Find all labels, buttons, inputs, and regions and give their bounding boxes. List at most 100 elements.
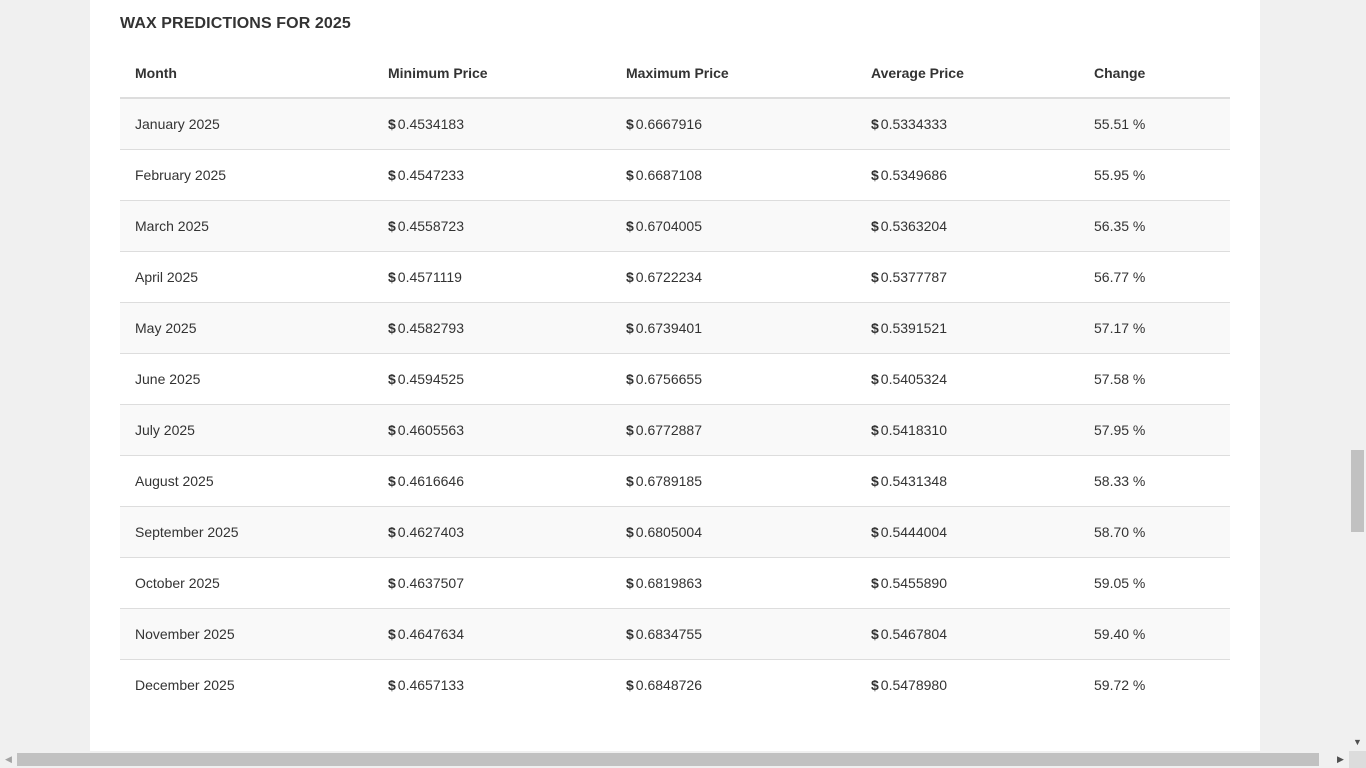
table-row: January 2025 $0.4534183 $0.6667916 $0.53343… <box>120 98 1230 149</box>
maximum-price-value: 0.6687108 <box>635 166 702 183</box>
minimum-price-value: 0.4594525 <box>397 370 464 387</box>
minimum-price-cell: $0.4594525 <box>373 352 611 404</box>
maximum-price-value: 0.6834755 <box>635 625 702 642</box>
table-row: September 2025 $0.4627403 $0.6805004 $0.544… <box>120 505 1230 557</box>
month-cell: August 2025 <box>120 454 373 506</box>
table-header-row: Month Minimum Price Maximum Price Averag… <box>120 49 1230 99</box>
currency-symbol: $ <box>626 625 634 642</box>
change-cell: 55.95 % <box>1079 148 1230 200</box>
average-price-value: 0.5363204 <box>880 217 947 234</box>
minimum-price-value: 0.4616646 <box>397 472 464 489</box>
maximum-price-cell: $0.6819863 <box>611 556 856 608</box>
currency-symbol: $ <box>388 166 396 183</box>
currency-symbol: $ <box>626 370 634 387</box>
currency-symbol: $ <box>388 625 396 642</box>
maximum-price-cell: $0.6848726 <box>611 658 856 710</box>
currency-symbol: $ <box>871 523 879 540</box>
column-header-minimum-price: Minimum Price <box>373 49 611 99</box>
change-cell: 56.35 % <box>1079 199 1230 251</box>
average-price-cell: $0.5349686 <box>856 148 1079 200</box>
maximum-price-cell: $0.6722234 <box>611 250 856 302</box>
currency-symbol: $ <box>626 166 634 183</box>
change-cell: 56.77 % <box>1079 250 1230 302</box>
average-price-value: 0.5418310 <box>880 421 947 438</box>
average-price-cell: $0.5334333 <box>856 98 1079 149</box>
content-panel: WAX PREDICTIONS FOR 2025 Month Minimum P… <box>90 0 1260 752</box>
minimum-price-cell: $0.4558723 <box>373 199 611 251</box>
average-price-value: 0.5455890 <box>880 574 947 591</box>
average-price-cell: $0.5405324 <box>856 352 1079 404</box>
average-price-cell: $0.5444004 <box>856 505 1079 557</box>
table-row: May 2025 $0.4582793 $0.6739401 $0.5391521 57… <box>120 301 1230 353</box>
maximum-price-cell: $0.6687108 <box>611 148 856 200</box>
maximum-price-cell: $0.6772887 <box>611 403 856 455</box>
maximum-price-value: 0.6805004 <box>635 523 702 540</box>
average-price-cell: $0.5377787 <box>856 250 1079 302</box>
month-cell: December 2025 <box>120 658 373 710</box>
change-cell: 57.17 % <box>1079 301 1230 353</box>
average-price-value: 0.5405324 <box>880 370 947 387</box>
average-price-value: 0.5377787 <box>880 268 947 285</box>
page-title: WAX PREDICTIONS FOR 2025 <box>120 15 351 32</box>
horizontal-scroll-thumb[interactable] <box>17 753 1319 766</box>
minimum-price-value: 0.4547233 <box>397 166 464 183</box>
change-cell: 58.33 % <box>1079 454 1230 506</box>
month-cell: January 2025 <box>120 98 373 149</box>
currency-symbol: $ <box>388 574 396 591</box>
minimum-price-value: 0.4657133 <box>397 676 464 693</box>
maximum-price-cell: $0.6789185 <box>611 454 856 506</box>
currency-symbol: $ <box>388 319 396 336</box>
currency-symbol: $ <box>871 166 879 183</box>
table-row: April 2025 $0.4571119 $0.6722234 $0.5377787… <box>120 250 1230 302</box>
month-cell: October 2025 <box>120 556 373 608</box>
vertical-scroll-thumb[interactable] <box>1351 450 1364 532</box>
month-cell: July 2025 <box>120 403 373 455</box>
table-row: June 2025 $0.4594525 $0.6756655 $0.5405324 5… <box>120 352 1230 404</box>
currency-symbol: $ <box>388 523 396 540</box>
scrollbar-corner <box>1349 751 1366 768</box>
arrow-down-icon[interactable]: ▼ <box>1349 734 1366 751</box>
table-row: July 2025 $0.4605563 $0.6772887 $0.5418310 5… <box>120 403 1230 455</box>
currency-symbol: $ <box>871 217 879 234</box>
currency-symbol: $ <box>626 676 634 693</box>
month-cell: June 2025 <box>120 352 373 404</box>
average-price-cell: $0.5363204 <box>856 199 1079 251</box>
currency-symbol: $ <box>626 319 634 336</box>
currency-symbol: $ <box>871 574 879 591</box>
column-header-month: Month <box>120 49 373 99</box>
currency-symbol: $ <box>388 370 396 387</box>
average-price-cell: $0.5455890 <box>856 556 1079 608</box>
currency-symbol: $ <box>388 472 396 489</box>
maximum-price-cell: $0.6667916 <box>611 98 856 149</box>
currency-symbol: $ <box>626 472 634 489</box>
average-price-value: 0.5478980 <box>880 676 947 693</box>
horizontal-scrollbar[interactable]: ◀ ▶ <box>0 751 1349 768</box>
change-cell: 55.51 % <box>1079 98 1230 149</box>
arrow-left-icon[interactable]: ◀ <box>0 751 17 768</box>
maximum-price-value: 0.6848726 <box>635 676 702 693</box>
average-price-cell: $0.5391521 <box>856 301 1079 353</box>
column-header-maximum-price: Maximum Price <box>611 49 856 99</box>
maximum-price-value: 0.6819863 <box>635 574 702 591</box>
minimum-price-cell: $0.4627403 <box>373 505 611 557</box>
minimum-price-cell: $0.4657133 <box>373 658 611 710</box>
column-header-change: Change <box>1079 49 1230 99</box>
month-cell: November 2025 <box>120 607 373 659</box>
currency-symbol: $ <box>388 217 396 234</box>
currency-symbol: $ <box>871 472 879 489</box>
minimum-price-cell: $0.4647634 <box>373 607 611 659</box>
table-row: December 2025 $0.4657133 $0.6848726 $0.5478… <box>120 658 1230 710</box>
month-cell: September 2025 <box>120 505 373 557</box>
minimum-price-value: 0.4582793 <box>397 319 464 336</box>
table-row: March 2025 $0.4558723 $0.6704005 $0.5363204… <box>120 199 1230 251</box>
currency-symbol: $ <box>626 523 634 540</box>
maximum-price-value: 0.6772887 <box>635 421 702 438</box>
maximum-price-cell: $0.6834755 <box>611 607 856 659</box>
arrow-right-icon[interactable]: ▶ <box>1332 751 1349 768</box>
predictions-table: Month Minimum Price Maximum Price Averag… <box>120 49 1230 710</box>
currency-symbol: $ <box>626 217 634 234</box>
vertical-scrollbar[interactable]: ▼ <box>1349 0 1366 768</box>
maximum-price-cell: $0.6704005 <box>611 199 856 251</box>
maximum-price-value: 0.6756655 <box>635 370 702 387</box>
average-price-value: 0.5444004 <box>880 523 947 540</box>
